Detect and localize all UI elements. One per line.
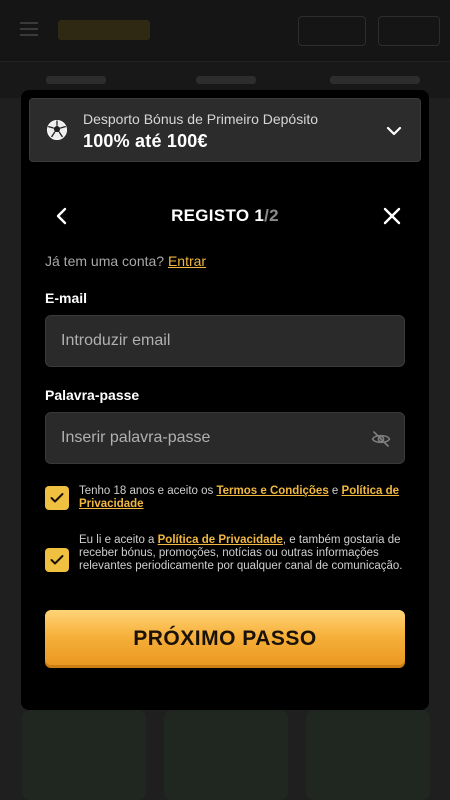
background-button — [378, 16, 440, 46]
title-step: /2 — [264, 206, 279, 225]
privacy-policy-link[interactable]: Política de Privacidade — [158, 534, 283, 546]
terms-text-2: e — [328, 485, 342, 497]
marketing-checkbox[interactable] — [45, 548, 69, 572]
registration-modal: Desporto Bónus de Primeiro Depósito 100%… — [21, 90, 429, 710]
email-label: E-mail — [45, 290, 88, 306]
check-icon — [50, 555, 64, 565]
login-prompt-text: Já tem uma conta? — [45, 253, 165, 269]
terms-checkbox[interactable] — [45, 486, 69, 510]
background-header — [0, 0, 450, 62]
background-tile — [22, 710, 146, 800]
next-step-button[interactable]: PRÓXIMO PASSO — [45, 610, 405, 668]
terms-text-1: Tenho 18 anos e aceito os — [79, 485, 217, 497]
marketing-text-1: Eu li e aceito a — [79, 534, 158, 546]
background-game-tiles — [0, 710, 450, 800]
background-tab — [196, 76, 256, 84]
chevron-down-icon[interactable] — [386, 123, 402, 139]
password-label: Palavra-passe — [45, 387, 140, 403]
marketing-consent-text: Eu li e aceito a Política de Privacidade… — [79, 534, 409, 573]
email-input[interactable] — [45, 315, 405, 367]
login-prompt: Já tem uma conta? Entrar — [45, 253, 206, 269]
eye-off-icon[interactable] — [371, 430, 391, 448]
password-input[interactable] — [45, 412, 405, 464]
bonus-headline: 100% até 100€ — [83, 131, 208, 151]
terms-link[interactable]: Termos e Condições — [216, 485, 328, 497]
bonus-banner[interactable]: Desporto Bónus de Primeiro Depósito 100%… — [29, 98, 421, 162]
modal-title: REGISTO 1/2 — [21, 206, 429, 226]
bonus-subtitle: Desporto Bónus de Primeiro Depósito — [83, 111, 319, 127]
background-tile — [164, 710, 288, 800]
background-tab — [46, 76, 106, 84]
background-tab — [330, 76, 420, 84]
title-main: REGISTO 1 — [171, 206, 265, 225]
logo — [58, 20, 150, 40]
login-link[interactable]: Entrar — [168, 253, 206, 269]
soccer-ball-icon — [47, 120, 67, 140]
close-icon[interactable] — [383, 207, 401, 225]
menu-icon — [20, 22, 38, 36]
background-button — [298, 16, 366, 46]
check-icon — [50, 493, 64, 503]
background-tile — [306, 710, 430, 800]
terms-consent-text: Tenho 18 anos e aceito os Termos e Condi… — [79, 485, 409, 511]
